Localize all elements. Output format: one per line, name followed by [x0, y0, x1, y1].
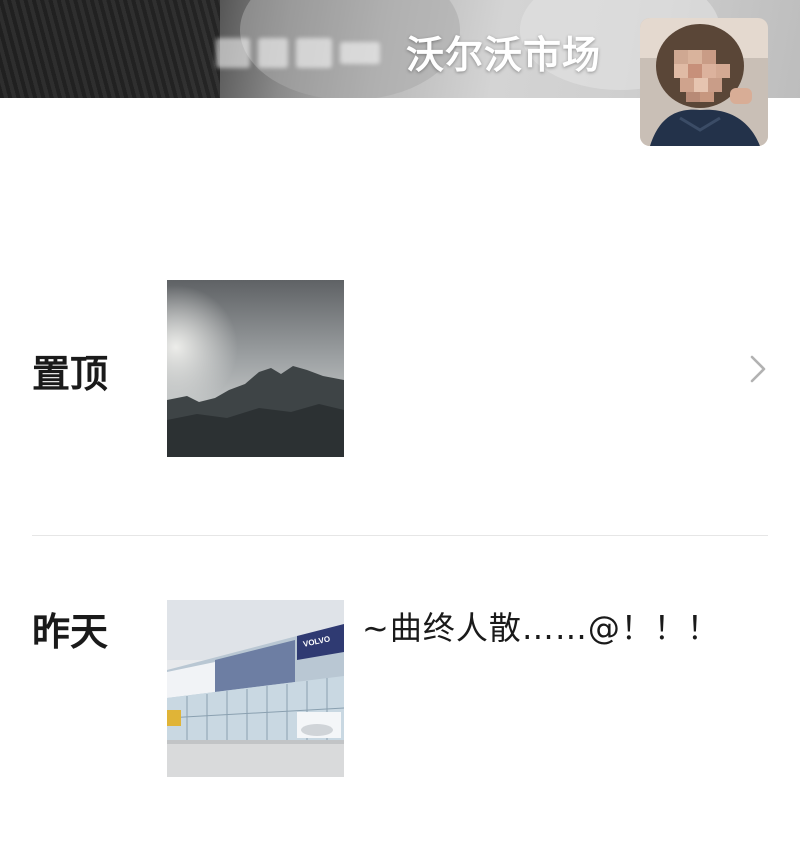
- dealership-photo-icon: VOLVO: [167, 600, 344, 777]
- chevron-right-icon[interactable]: [742, 352, 772, 386]
- avatar-photo-icon: [640, 18, 768, 146]
- mountain-photo-icon: [167, 280, 344, 457]
- blurred-remark-name: [216, 32, 394, 74]
- cover-sweater-texture: [0, 0, 220, 98]
- pinned-post-thumbnail[interactable]: [167, 280, 344, 457]
- yesterday-post-thumbnail[interactable]: VOLVO: [167, 600, 344, 777]
- post-caption[interactable]: ~曲终人散……@！！！: [362, 603, 720, 649]
- section-label-yesterday: 昨天: [32, 610, 109, 654]
- divider: [32, 535, 768, 536]
- profile-avatar[interactable]: [640, 18, 768, 146]
- profile-nickname: 沃尔沃市场: [406, 33, 602, 77]
- section-label-pinned: 置顶: [32, 352, 109, 396]
